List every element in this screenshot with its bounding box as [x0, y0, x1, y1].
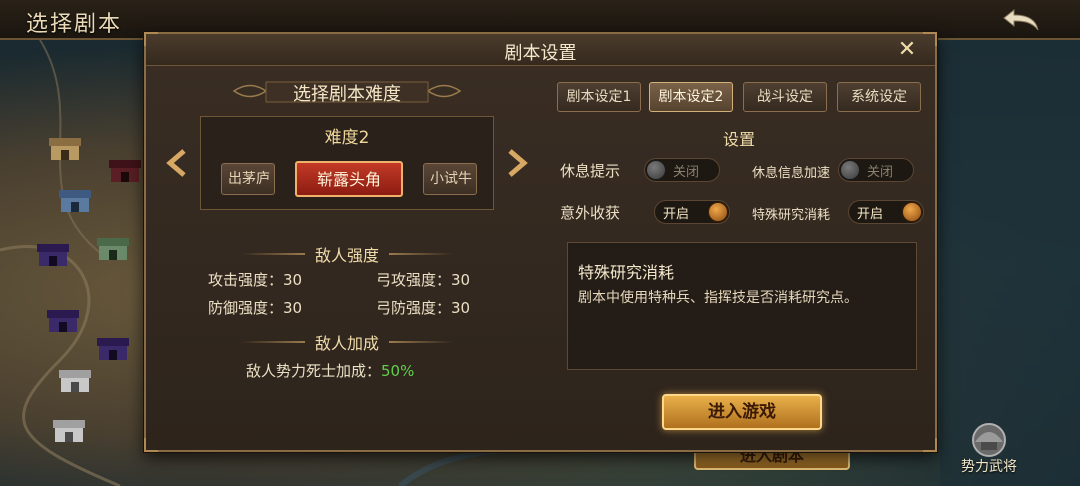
stat-value: 50%: [381, 362, 415, 380]
bonus-gain-toggle[interactable]: 开启: [654, 200, 730, 224]
difficulty-banner-title: 选择剧本难度: [293, 84, 401, 105]
rest-speedup-toggle[interactable]: 关闭: [838, 158, 914, 182]
toggle-state: 开启: [663, 207, 690, 222]
tab-script-setting-2[interactable]: 剧本设定2: [649, 82, 733, 112]
enemy-stat: 防御强度：30: [208, 297, 302, 318]
castle-icon[interactable]: [48, 132, 82, 162]
enemy-strength-heading: 敌人强度: [227, 242, 467, 266]
setting-label-special-research: 特殊研究消耗: [752, 208, 831, 223]
enemy-bonus-stat: 敌人势力死士加成：50%: [246, 360, 414, 381]
stat-label: 弓攻强度：: [376, 271, 452, 289]
settings-heading: 设置: [722, 130, 755, 149]
setting-description-box: 特殊研究消耗 剧本中使用特种兵、指挥技是否消耗研究点。: [567, 242, 917, 370]
setting-label-rest-reminder: 休息提示: [560, 162, 621, 180]
difficulty-option-next[interactable]: 小试牛: [423, 163, 477, 195]
stat-label: 弓防强度：: [376, 299, 452, 317]
force-general-button[interactable]: 势力武将: [950, 418, 1028, 478]
enemy-bonus-heading: 敌人加成: [227, 330, 467, 354]
setting-label-bonus-gain: 意外收获: [560, 204, 621, 222]
castle-icon[interactable]: [46, 304, 80, 334]
castle-icon[interactable]: [96, 332, 130, 362]
toggle-knob: [840, 160, 860, 180]
tab-script-setting-1[interactable]: 剧本设定1: [557, 82, 641, 112]
toggle-knob: [646, 160, 666, 180]
chevron-right-icon[interactable]: [502, 148, 532, 178]
dialog-title: 剧本设置: [504, 43, 577, 64]
stat-label: 敌人势力死士加成：: [246, 362, 382, 380]
toggle-knob: [902, 202, 922, 222]
heading-ornament: [241, 253, 305, 255]
castle-icon[interactable]: [96, 232, 130, 262]
castle-icon[interactable]: [36, 238, 70, 268]
difficulty-banner: 选择剧本难度: [230, 76, 464, 106]
frame-corner: [144, 438, 158, 452]
description-title: 特殊研究消耗: [578, 263, 675, 282]
difficulty-level: 难度2: [324, 128, 370, 148]
tab-battle-setting[interactable]: 战斗设定: [743, 82, 827, 112]
description-text: 剧本中使用特种兵、指挥技是否消耗研究点。: [578, 290, 858, 306]
castle-icon[interactable]: [58, 364, 92, 394]
enemy-stat: 攻击强度：30: [208, 269, 302, 290]
enter-game-button[interactable]: 进入游戏: [662, 394, 822, 430]
close-icon[interactable]: ✕: [894, 37, 920, 63]
page-title: 选择剧本: [26, 12, 123, 37]
rest-reminder-toggle[interactable]: 关闭: [644, 158, 720, 182]
enemy-bonus-heading-text: 敌人加成: [314, 334, 379, 353]
toggle-state: 开启: [857, 207, 884, 222]
script-settings-dialog: 剧本设置 ✕ 选择剧本难度 难度2 出茅庐 崭露头角 小试牛 敌人强度 攻击强度…: [144, 32, 937, 452]
back-arrow-icon[interactable]: [1000, 4, 1044, 36]
chevron-left-icon[interactable]: [162, 148, 192, 178]
stat-value: 30: [451, 271, 471, 289]
setting-label-rest-speedup: 休息信息加速: [752, 166, 831, 181]
dialog-header: 剧本设置 ✕: [146, 34, 935, 66]
stat-value: 30: [283, 299, 303, 317]
difficulty-option-selected[interactable]: 崭露头角: [295, 161, 403, 197]
heading-ornament: [389, 341, 453, 343]
helmet-icon: [972, 423, 1006, 457]
frame-corner: [923, 438, 937, 452]
tab-system-setting[interactable]: 系统设定: [837, 82, 921, 112]
castle-icon[interactable]: [52, 414, 86, 444]
heading-ornament: [389, 253, 453, 255]
heading-ornament: [241, 341, 305, 343]
toggle-state: 关闭: [673, 165, 700, 180]
stat-value: 30: [451, 299, 471, 317]
stat-value: 30: [283, 271, 303, 289]
castle-icon[interactable]: [58, 184, 92, 214]
castle-icon[interactable]: [108, 154, 142, 184]
enemy-strength-heading-text: 敌人强度: [314, 246, 379, 265]
difficulty-selector: 难度2 出茅庐 崭露头角 小试牛: [200, 116, 494, 210]
stat-label: 防御强度：: [208, 299, 284, 317]
toggle-knob: [708, 202, 728, 222]
enemy-stat: 弓防强度：30: [376, 297, 470, 318]
force-general-label: 势力武将: [961, 459, 1017, 475]
stat-label: 攻击强度：: [208, 271, 284, 289]
settings-panel: 设置 休息提示 关闭 休息信息加速 关闭 意外收获 开启 特殊研究消耗 开启: [554, 118, 924, 228]
toggle-state: 关闭: [867, 165, 894, 180]
special-research-toggle[interactable]: 开启: [848, 200, 924, 224]
enemy-stat: 弓攻强度：30: [376, 269, 470, 290]
difficulty-option-prev[interactable]: 出茅庐: [221, 163, 275, 195]
